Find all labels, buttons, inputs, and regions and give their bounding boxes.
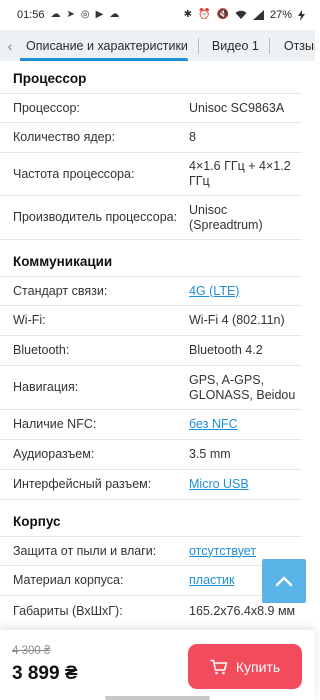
tab-label: Отзывы (283, 38, 315, 53)
status-left: 01:56 ☁ ➤ ◎ ▶ ☁ (17, 9, 119, 21)
spec-row: Количество ядер: 8 (0, 123, 302, 153)
telegram-icon: ➤ (66, 9, 75, 20)
spec-row: Габариты (ВхШхГ): 165.2x76.4x8.9 мм (0, 596, 302, 626)
spec-value: Bluetooth 4.2 (189, 343, 263, 357)
spec-label: Габариты (ВхШхГ): (13, 603, 123, 618)
spec-label: Wi-Fi: (13, 313, 46, 327)
spec-label: Производитель процессора: (13, 210, 178, 224)
spec-row: Стандарт связи: 4G (LTE) (0, 277, 302, 306)
spec-label: Наличие NFC: (13, 417, 97, 431)
spec-value: 8 (189, 130, 196, 144)
cart-icon (210, 659, 228, 674)
wifi-icon (235, 10, 247, 19)
scroll-to-top-button[interactable] (262, 559, 306, 603)
status-time: 01:56 (17, 9, 45, 21)
spec-value: Unisoc SC9863A (189, 100, 285, 115)
tab-label: Описание и характеристики (26, 38, 188, 53)
spec-row: Навигация: GPS, A-GPS, GLONASS, Beidou (0, 366, 302, 410)
spec-row: Защита от пыли и влаги: отсутствует (0, 537, 302, 566)
section-title-processor: Процессор (0, 61, 302, 94)
cloud-icon: ☁ (109, 9, 120, 20)
current-price: 3 899 ₴ (12, 663, 78, 684)
spec-row: Аудиоразъем: 3.5 mm (0, 440, 302, 470)
tabs-scroll-left-icon[interactable]: ‹ (0, 30, 20, 61)
spec-label: Bluetooth: (13, 343, 70, 357)
spec-value: GPS, A-GPS, GLONASS, Beidou (189, 372, 296, 402)
spec-label: Навигация: (13, 380, 79, 394)
spec-row: Наличие NFC: без NFC (0, 410, 302, 440)
spec-value: Unisoc (Spreadtrum) (189, 202, 263, 232)
mute-icon: 🔇 (216, 9, 229, 20)
spec-label: Частота процессора: (13, 166, 135, 181)
product-tabs: Описание и характеристики Видео 1 Отзывы (0, 30, 315, 61)
tab-video[interactable]: Видео 1 (199, 30, 269, 61)
alarm-icon: ⏰ (198, 9, 211, 20)
protection-link[interactable]: отсутствует (189, 544, 302, 559)
spec-label: Процессор: (13, 100, 80, 115)
spec-label: Интерфейсный разъем: (13, 477, 152, 491)
spec-label: Материал корпуса: (13, 573, 124, 587)
status-right: ✱ ⏰ 🔇 27% (184, 9, 305, 21)
spec-row: Процессор: Unisoc SC9863A (0, 94, 302, 123)
spec-label: Защита от пыли и влаги: (13, 543, 157, 558)
section-title-body: Корпус (0, 500, 302, 537)
spec-value: Wi-Fi 4 (802.11n) (189, 313, 285, 327)
section-title-communications: Коммуникации (0, 240, 302, 277)
instagram-icon: ◎ (80, 9, 90, 20)
spec-row: Bluetooth: Bluetooth 4.2 (0, 336, 302, 366)
spec-value: 165.2x76.4x8.9 мм (189, 603, 296, 618)
tab-label: Видео 1 (211, 38, 259, 53)
spec-row: Материал корпуса: пластик (0, 566, 302, 596)
spec-row: Интерфейсный разъем: Micro USB (0, 470, 302, 500)
specs-content: Процессор Процессор: Unisoc SC9863A Коли… (0, 61, 315, 626)
spec-value: 4×1.6 ГГц + 4×1.2 ГГц (189, 159, 291, 188)
bluetooth-icon: ✱ (183, 9, 193, 20)
spec-label: Стандарт связи: (13, 283, 108, 298)
old-price: 4 300 ₴ (12, 645, 51, 657)
spec-label: Аудиоразъем: (13, 447, 95, 461)
purchase-bar: 4 300 ₴ 3 899 ₴ Купить (0, 630, 315, 700)
micro-usb-link[interactable]: Micro USB (189, 477, 302, 492)
signal-icon (252, 10, 264, 20)
buy-label: Купить (235, 658, 281, 675)
lte-link[interactable]: 4G (LTE) (189, 284, 302, 299)
nfc-link[interactable]: без NFC (189, 417, 302, 432)
cloud-icon: ☁ (50, 9, 61, 20)
chevron-up-icon (275, 576, 293, 587)
tab-description[interactable]: Описание и характеристики (0, 30, 198, 61)
youtube-icon: ▶ (95, 9, 104, 20)
battery-charging-icon (298, 9, 305, 21)
spec-row: Производитель процессора: Unisoc (Spread… (0, 196, 302, 240)
tab-reviews[interactable]: Отзывы (270, 30, 315, 61)
spec-row: Частота процессора: 4×1.6 ГГц + 4×1.2 ГГ… (0, 153, 302, 196)
home-indicator[interactable] (105, 696, 210, 700)
spec-row: Wi-Fi: Wi-Fi 4 (802.11n) (0, 306, 302, 336)
status-bar: 01:56 ☁ ➤ ◎ ▶ ☁ ✱ ⏰ 🔇 27% (0, 0, 315, 30)
buy-button[interactable]: Купить (188, 644, 302, 689)
battery-level: 27% (269, 9, 292, 21)
spec-value: 3.5 mm (189, 447, 231, 461)
spec-label: Количество ядер: (13, 130, 116, 144)
